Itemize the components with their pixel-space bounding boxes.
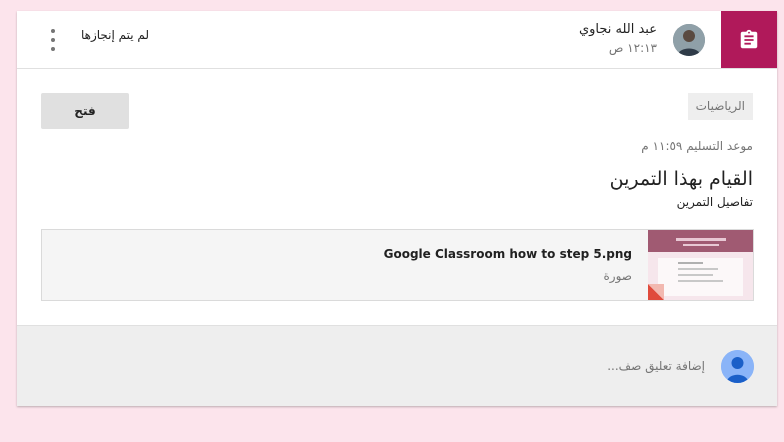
card-header: عبد الله نجاوي ١٢:١٣ ص لم يتم إنجازها (17, 11, 777, 69)
attachment-thumbnail (648, 230, 753, 300)
post-time: ١٢:١٣ ص (608, 41, 657, 55)
person-icon (721, 350, 754, 383)
author-avatar[interactable] (673, 24, 705, 56)
due-date: موعد التسليم ١١:٥٩ م (641, 139, 753, 153)
image-thumbnail-icon (648, 230, 753, 300)
author-name[interactable]: عبد الله نجاوي (579, 21, 657, 39)
user-avatar (721, 350, 754, 383)
more-vert-icon (51, 29, 55, 33)
class-comment-section: إضافة تعليق صف... (17, 325, 777, 406)
assignment-type-badge (721, 11, 777, 68)
attachment-name[interactable]: Google Classroom how to step 5.png (384, 247, 632, 261)
class-comment-input[interactable]: إضافة تعليق صف... (607, 359, 705, 373)
author-info: عبد الله نجاوي ١٢:١٣ ص (579, 21, 657, 57)
author-photo (673, 24, 705, 56)
assignment-card: عبد الله نجاوي ١٢:١٣ ص لم يتم إنجازها ال… (17, 11, 777, 406)
assignment-details: تفاصيل التمرين (676, 195, 753, 209)
open-button[interactable]: فتح (41, 93, 129, 129)
topic-chip[interactable]: الرياضيات (687, 93, 753, 120)
attachment-card[interactable]: Google Classroom how to step 5.png صورة (41, 229, 754, 301)
more-options-button[interactable] (47, 29, 59, 51)
assignment-icon (740, 29, 758, 48)
assignment-title[interactable]: القيام بهذا التمرين (610, 168, 753, 190)
status-label: لم يتم إنجازها (81, 28, 150, 42)
attachment-type: صورة (603, 269, 632, 283)
